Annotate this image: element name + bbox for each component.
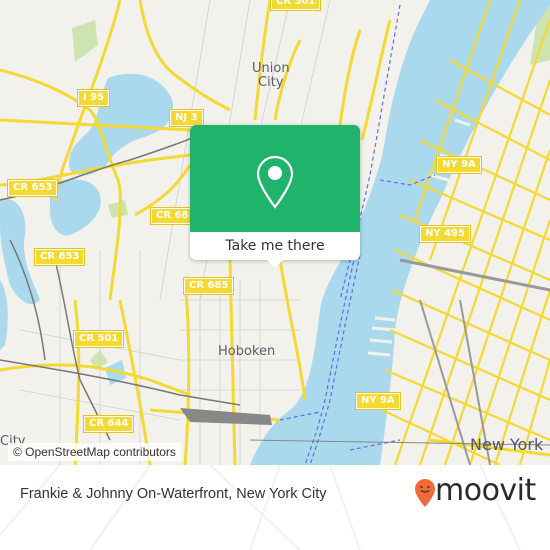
- place-label-hoboken: Hoboken: [218, 345, 275, 359]
- place-label-new-york: New York: [470, 435, 544, 454]
- park-area: [72, 20, 98, 62]
- terminal-area: [180, 408, 272, 425]
- road-shield-ny-9a-mid: NY 9A: [355, 392, 401, 410]
- place-title: Frankie & Johnny On-Waterfront, New York…: [20, 486, 327, 502]
- road-shield-i-95: I 95: [76, 89, 111, 107]
- road-shield-ny-495: NY 495: [419, 225, 471, 243]
- road-shield-nj-3: NJ 3: [169, 109, 204, 127]
- popup-pointer: [266, 259, 284, 268]
- place-label-union-city: Union City: [252, 62, 290, 90]
- map[interactable]: Union City Hoboken New York City CR 501 …: [0, 0, 550, 465]
- moovit-wordmark: moovit: [435, 473, 536, 508]
- place-label-text: New York: [470, 435, 544, 454]
- road-shield-cr-644: CR 644: [82, 415, 135, 433]
- road-shield-cr-653-b: CR 653: [33, 248, 86, 266]
- footer: Frankie & Johnny On-Waterfront, New York…: [0, 465, 550, 550]
- moovit-pin-smile-icon: [415, 479, 435, 507]
- map-pin-icon: [256, 155, 294, 209]
- place-label-text: Union City: [252, 61, 290, 90]
- take-me-there-button[interactable]: Take me there: [190, 232, 360, 260]
- park-area: [108, 200, 128, 218]
- road-shield-cr-501: CR 501: [72, 330, 125, 348]
- road-shield-cr-653-a: CR 653: [6, 179, 59, 197]
- map-attribution[interactable]: © OpenStreetMap contributors: [8, 443, 181, 461]
- popup-header: [190, 125, 360, 232]
- place-label-text: Hoboken: [218, 344, 276, 359]
- water-river: [0, 199, 40, 305]
- location-popup: Take me there: [190, 125, 360, 268]
- road-shield-cr-685: CR 685: [182, 277, 235, 295]
- water-river: [0, 280, 8, 350]
- road-shield-cr-501-top: CR 501: [269, 0, 322, 11]
- road-shield-ny-9a-top: NY 9A: [436, 156, 482, 174]
